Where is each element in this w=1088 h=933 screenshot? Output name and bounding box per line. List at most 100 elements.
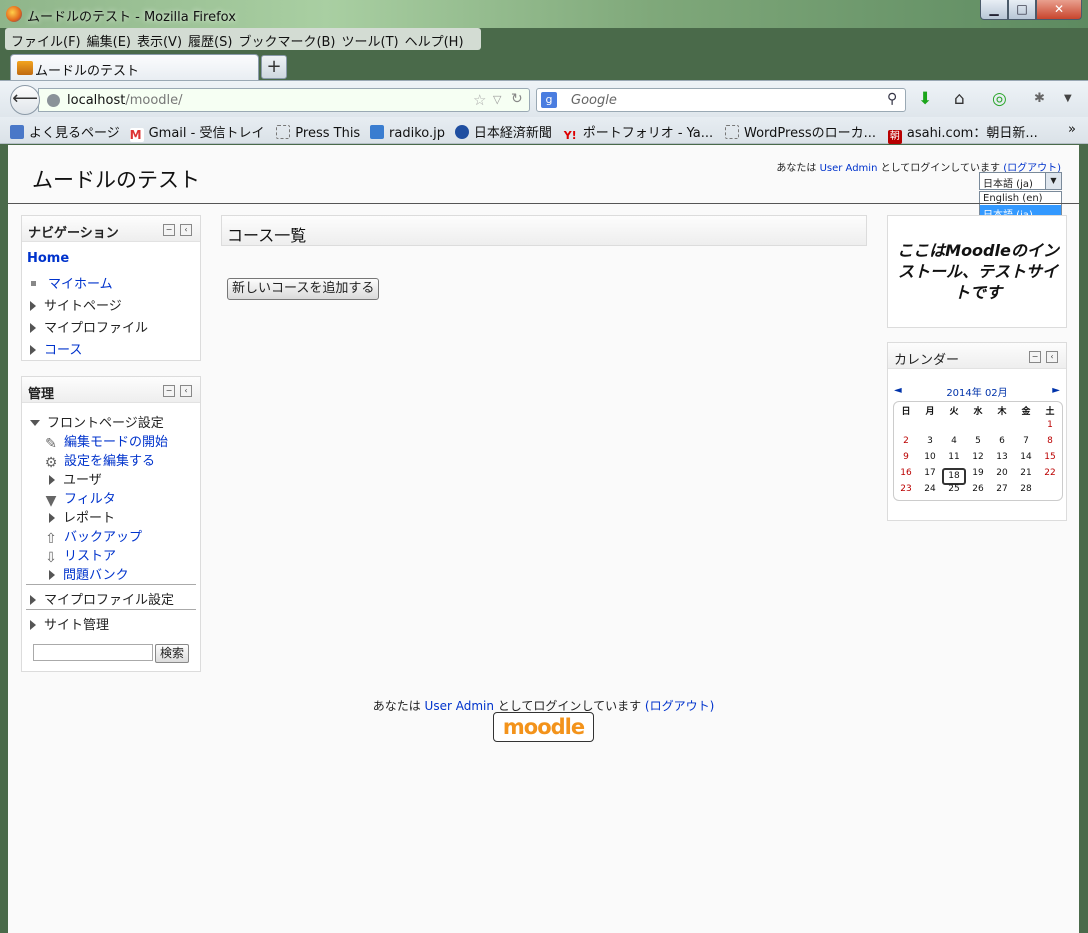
extension-icon[interactable]: ✱ [1034, 91, 1045, 106]
bookmark-item[interactable]: よく見るページ [10, 122, 120, 141]
moodle-logo[interactable]: moodle [493, 712, 594, 742]
bookmark-label: radiko.jp [389, 126, 446, 141]
collapse-icon[interactable]: − [163, 224, 175, 236]
bookmark-item[interactable]: Press This [276, 125, 360, 141]
collapse-icon[interactable]: − [1029, 351, 1041, 363]
calendar-prev-icon[interactable]: ◄ [894, 385, 902, 396]
calendar-day: 16 [900, 468, 912, 478]
dock-icon[interactable]: ‹ [1046, 351, 1058, 363]
admin-item-label[interactable]: 問題バンク [63, 568, 129, 583]
bookmarks-overflow-button[interactable]: » [1068, 122, 1076, 137]
admin-users[interactable]: ユーザ [49, 469, 102, 488]
calendar-day: 4 [951, 436, 957, 446]
collapse-icon[interactable]: − [163, 385, 175, 397]
calendar-day: 2 [903, 436, 909, 446]
download-icon[interactable]: ⬇ [918, 89, 932, 109]
bookmark-item[interactable]: M Gmail - 受信トレイ [129, 122, 264, 142]
nav-item-my-home[interactable]: マイホーム [30, 273, 113, 292]
admin-search-input[interactable] [33, 644, 153, 661]
header-divider [8, 203, 1079, 204]
admin-question-bank[interactable]: 問題バンク [49, 564, 129, 583]
dock-icon[interactable]: ‹ [180, 224, 192, 236]
bookmark-item[interactable]: Y! ポートフォリオ - Ya... [564, 122, 713, 143]
addon-icon[interactable]: ◎ [992, 89, 1007, 109]
calendar-day: 13 [996, 452, 1008, 462]
language-select[interactable]: 日本語 (ja) ▼ [979, 172, 1062, 190]
bookmark-item[interactable]: 日本経済新聞 [454, 122, 552, 141]
calendar-month-link[interactable]: 2014年 02月 [888, 384, 1066, 399]
home-icon[interactable]: ⌂ [954, 89, 965, 109]
language-selected: 日本語 (ja) [983, 179, 1033, 190]
history-dropdown-icon[interactable]: ▽ [493, 93, 501, 106]
admin-item-label[interactable]: バックアップ [64, 530, 142, 545]
calendar-day: 28 [1020, 484, 1032, 494]
admin-filters[interactable]: ▼ フィルタ [44, 488, 116, 508]
back-button[interactable]: ⟵ [10, 85, 40, 115]
admin-backup[interactable]: ⇧ バックアップ [44, 526, 142, 546]
admin-site-administration[interactable]: サイト管理 [30, 614, 109, 633]
reload-icon[interactable]: ↻ [511, 91, 523, 107]
dock-icon[interactable]: ‹ [180, 385, 192, 397]
minimize-button[interactable]: ▁ [980, 0, 1008, 20]
add-course-button[interactable]: 新しいコースを追加する [227, 278, 380, 300]
dropdown-arrow-icon[interactable]: ▼ [1045, 173, 1061, 189]
magnifier-icon[interactable]: ⚲ [887, 91, 897, 107]
admin-restore[interactable]: ⇩ リストア [44, 545, 116, 565]
nav-item-label: マイプロファイル [44, 321, 149, 336]
admin-item-label[interactable]: 設定を編集する [64, 454, 155, 469]
expand-arrow-icon [49, 570, 55, 580]
tab-label: ムードルのテスト [35, 64, 140, 79]
nav-item-label[interactable]: マイホーム [48, 277, 113, 292]
calendar-day: 21 [1020, 468, 1032, 478]
star-icon[interactable]: ☆ [473, 91, 486, 109]
calendar-next-icon[interactable]: ► [1052, 385, 1060, 396]
admin-reports[interactable]: レポート [49, 507, 115, 526]
admin-search-button[interactable]: 検索 [155, 644, 189, 663]
login-prefix: あなたは [776, 163, 817, 174]
admin-frontpage-settings[interactable]: フロントページ設定 [30, 412, 164, 431]
page-icon [10, 125, 24, 139]
gear-icon: ⚙ [44, 455, 58, 471]
maximize-button[interactable]: □ [1008, 0, 1036, 20]
gmail-icon: M [129, 128, 144, 142]
administration-block-header: 管理 − ‹ [22, 377, 200, 403]
close-button[interactable]: ✕ [1036, 0, 1082, 20]
calendar-day: 26 [972, 484, 984, 494]
nav-home-link[interactable]: Home [27, 251, 69, 266]
google-icon[interactable]: g [541, 92, 557, 108]
bookmark-item[interactable]: WordPressのローカ... [725, 122, 876, 141]
blank-page-icon [725, 125, 739, 139]
bookmark-label: Press This [295, 126, 361, 141]
admin-item-label: マイプロファイル設定 [44, 593, 175, 608]
logout-link[interactable]: (ログアウト) [645, 699, 714, 713]
user-link[interactable]: User Admin [820, 163, 878, 174]
calendar-day: 22 [1044, 468, 1056, 478]
user-link[interactable]: User Admin [425, 699, 494, 713]
search-bar[interactable]: g Google ⚲ [536, 88, 906, 112]
url-bar[interactable]: localhost/moodle/ ☆ ▽ ↻ [38, 88, 530, 112]
admin-turn-editing-on[interactable]: ✎ 編集モードの開始 [44, 431, 168, 451]
admin-profile-settings[interactable]: マイプロファイル設定 [30, 589, 174, 608]
admin-item-label[interactable]: リストア [64, 549, 116, 564]
window-titlebar: ムードルのテスト - Mozilla Firefox ▁ □ ✕ [0, 0, 1088, 28]
tab-moodle[interactable]: ムードルのテスト [10, 54, 259, 81]
nav-item-courses[interactable]: コース [30, 339, 82, 358]
filter-icon: ▼ [45, 493, 57, 509]
calendar-block-header: カレンダー − ‹ [888, 343, 1066, 369]
admin-edit-settings[interactable]: ⚙ 設定を編集する [44, 450, 155, 470]
bookmark-item[interactable]: 朝 asahi.com：朝日新... [887, 122, 1038, 144]
bookmark-item[interactable]: radiko.jp [370, 125, 445, 141]
calendar-weekday: 月 [925, 407, 935, 417]
login-prefix: あなたは [372, 699, 421, 713]
admin-item-label[interactable]: フィルタ [64, 492, 116, 507]
new-tab-button[interactable]: + [261, 55, 287, 79]
menu-dropdown-icon[interactable]: ▼ [1064, 93, 1072, 104]
admin-item-label[interactable]: 編集モードの開始 [64, 435, 168, 450]
nav-item-my-profile[interactable]: マイプロファイル [30, 317, 148, 336]
nav-item-label[interactable]: コース [44, 343, 82, 358]
navigation-block: ナビゲーション − ‹ Home マイホーム サイトページ マイプロファイル コ… [21, 215, 201, 361]
calendar-day: 8 [1047, 436, 1053, 446]
bookmark-label: よく見るページ [29, 126, 120, 141]
admin-item-label: サイト管理 [44, 618, 110, 633]
nav-item-site-pages[interactable]: サイトページ [30, 295, 122, 314]
